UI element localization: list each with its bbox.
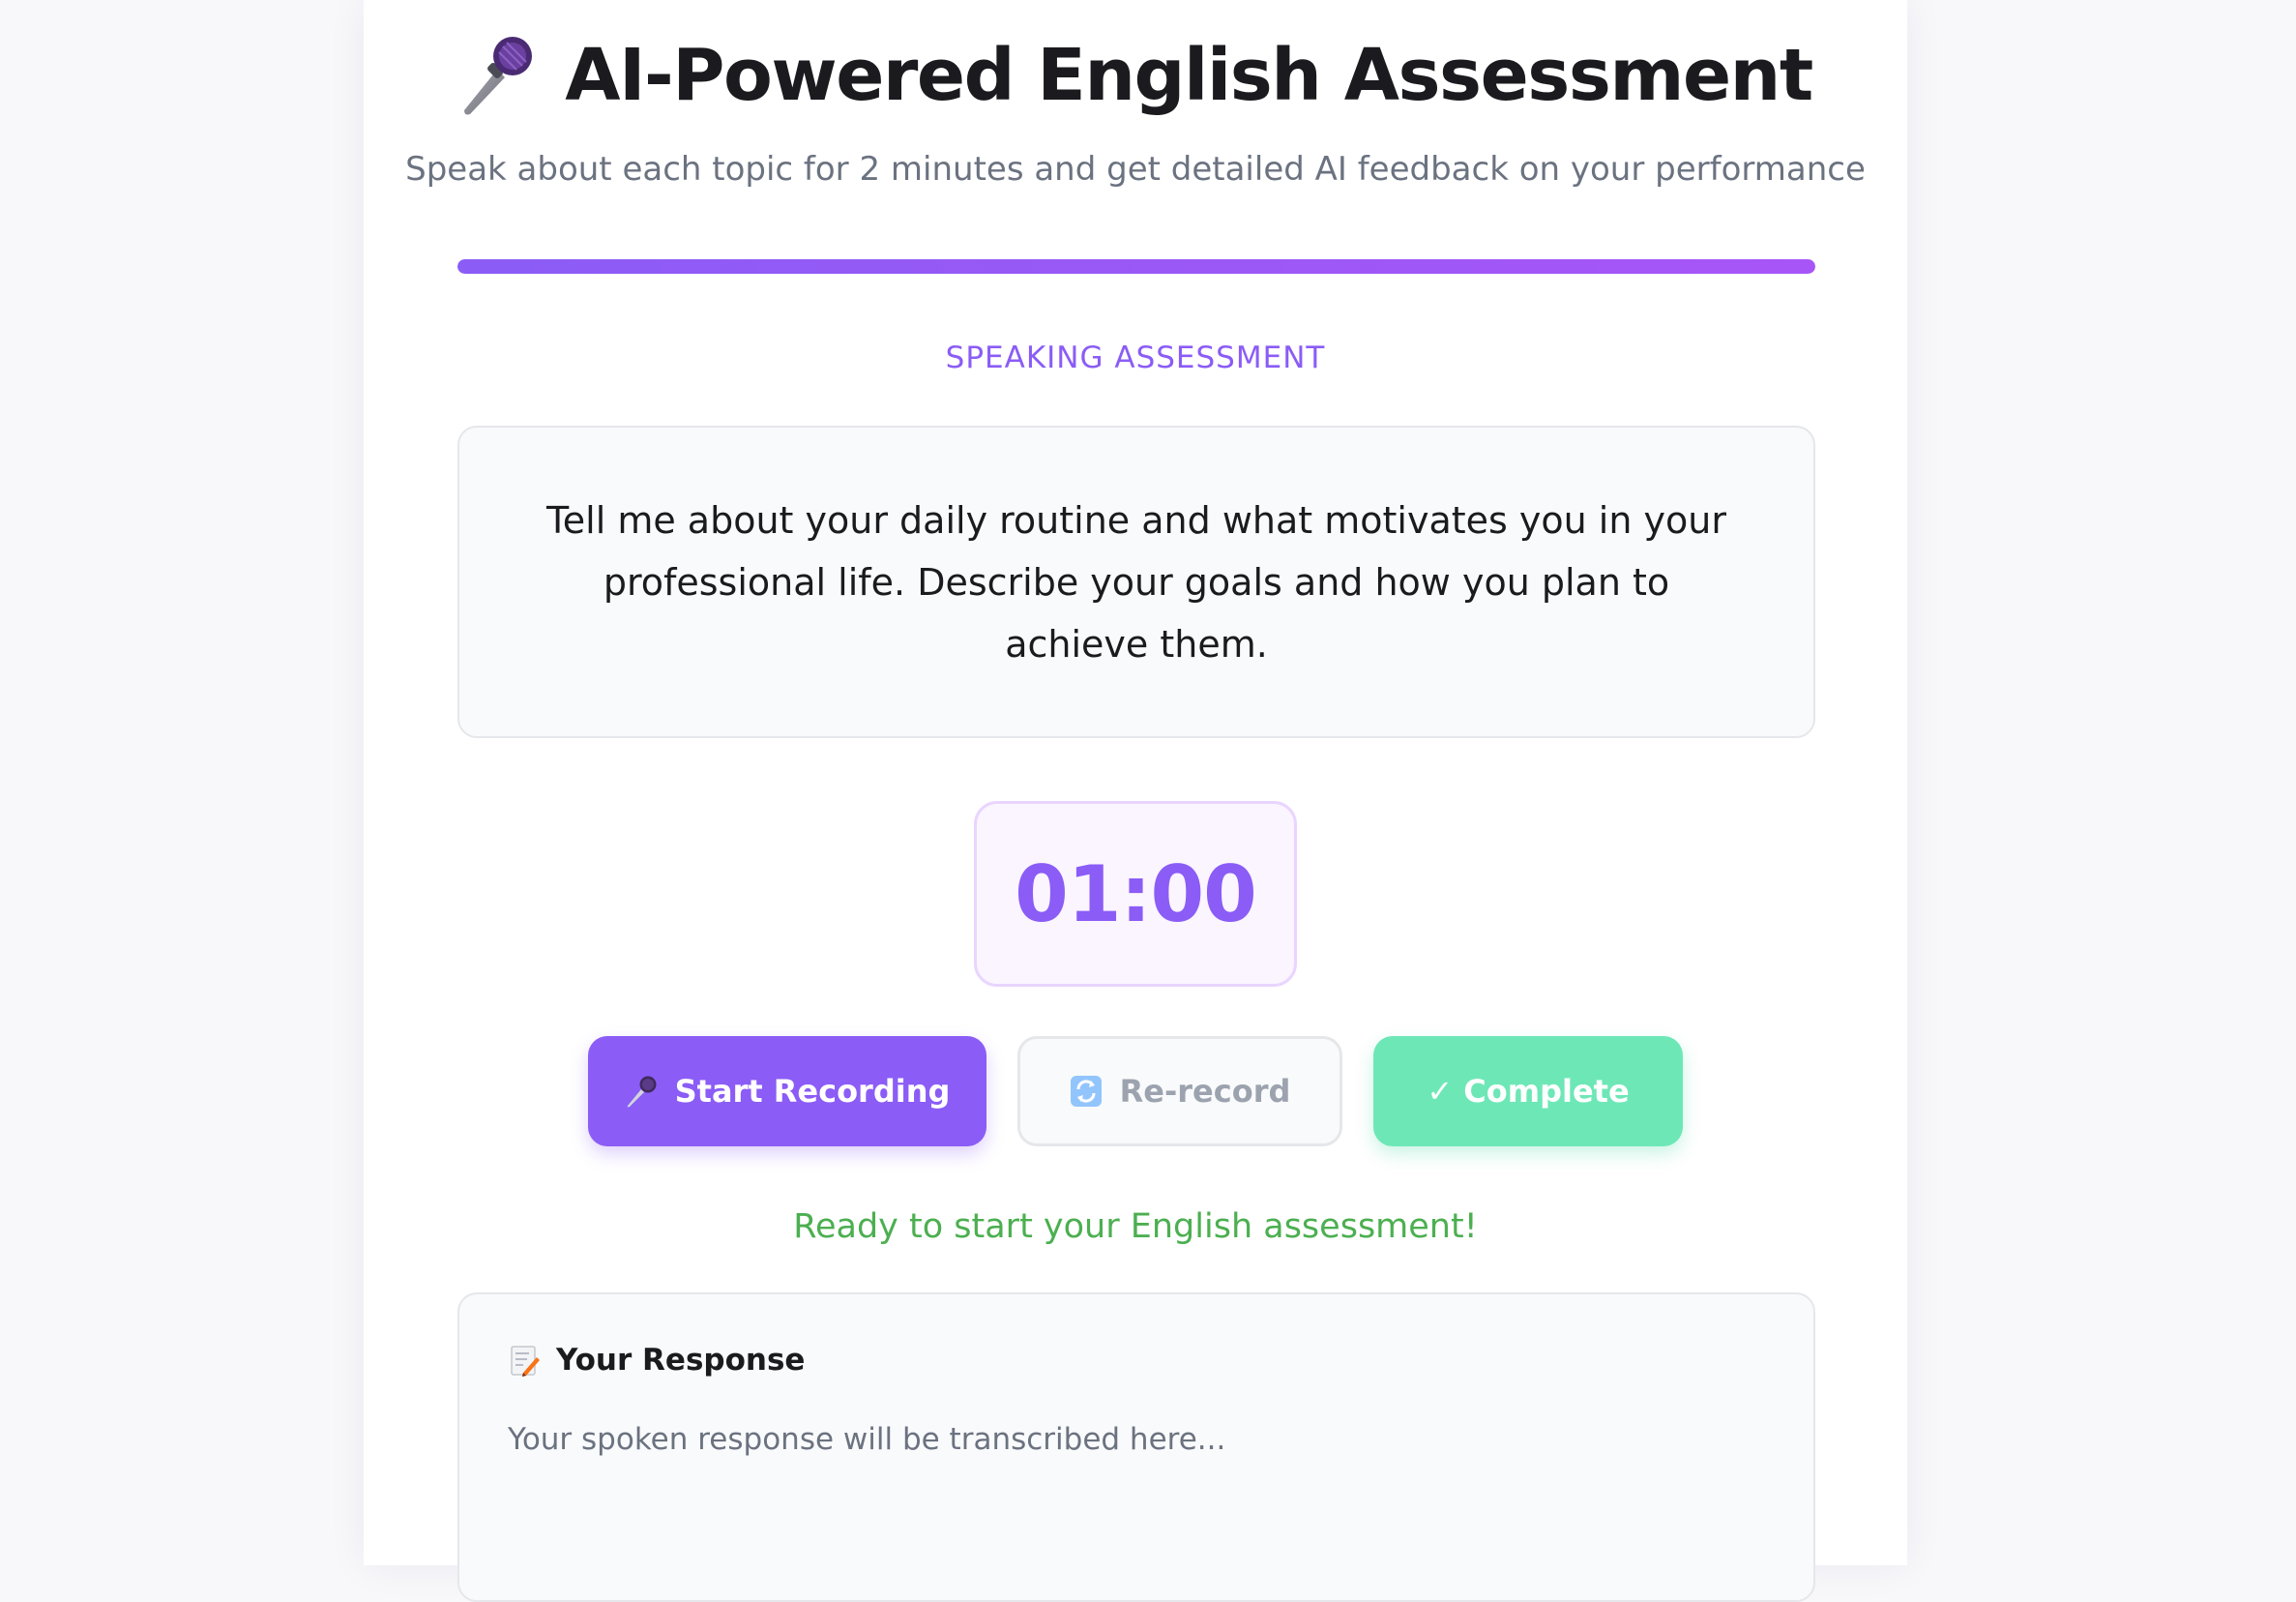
assessment-card: AI-Powered English Assessment Speak abou… — [364, 0, 1907, 1602]
microphone-icon — [627, 1076, 657, 1108]
start-recording-label: Start Recording — [674, 1073, 951, 1110]
memo-icon — [511, 1346, 540, 1377]
re-record-label: Re-record — [1119, 1073, 1291, 1110]
page-subtitle: Speak about each topic for 2 minutes and… — [405, 150, 1866, 189]
complete-button[interactable]: ✓ Complete — [1373, 1036, 1683, 1146]
start-recording-button[interactable]: Start Recording — [588, 1036, 986, 1146]
header: AI-Powered English Assessment — [364, 27, 1907, 124]
complete-label: ✓ Complete — [1427, 1073, 1630, 1110]
response-panel: Your Response Your spoken response will … — [457, 1292, 1815, 1602]
re-record-button[interactable]: Re-record — [1017, 1036, 1342, 1146]
microphone-icon — [464, 37, 533, 115]
prompt-card: Tell me about your daily routine and wha… — [457, 426, 1815, 738]
progress-bar-fill — [457, 259, 1815, 274]
timer: 01:00 — [974, 801, 1297, 987]
response-header: Your Response — [510, 1343, 805, 1378]
response-title: Your Response — [556, 1343, 806, 1378]
timer-display: 01:00 — [1015, 848, 1257, 939]
prompt-text: Tell me about your daily routine and wha… — [546, 498, 1726, 666]
section-label: SPEAKING ASSESSMENT — [945, 341, 1326, 375]
transcript-area[interactable]: Your spoken response will be transcribed… — [508, 1422, 1225, 1457]
status-message: Ready to start your English assessment! — [793, 1207, 1478, 1246]
page-title: AI-Powered English Assessment — [565, 34, 1813, 117]
progress-bar — [457, 259, 1815, 274]
repeat-icon — [1070, 1076, 1102, 1107]
